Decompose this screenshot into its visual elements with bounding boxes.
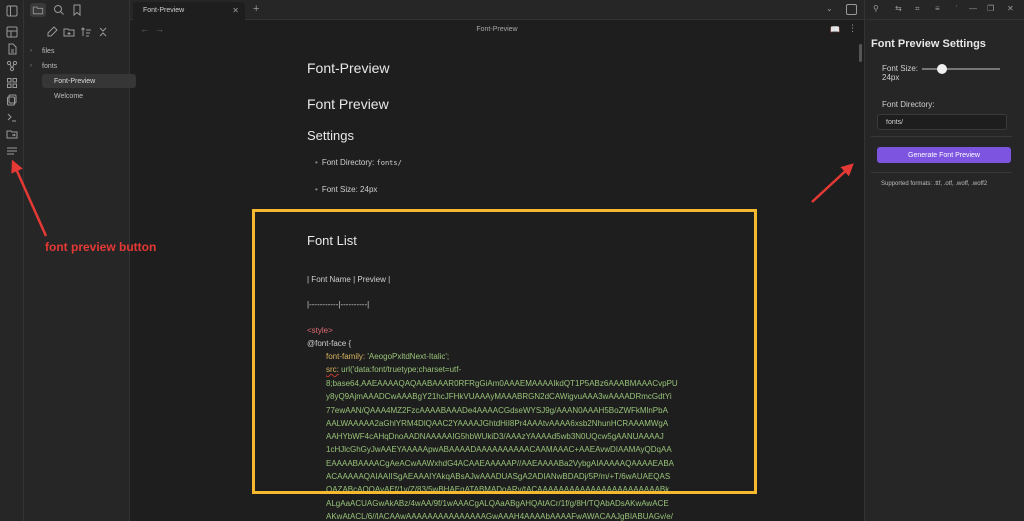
base64-line: AKwAtACL/6//lACAAwAAAAAAAAAAAAAAAGwAAAH4… — [326, 511, 673, 521]
annotation-label: font preview button — [45, 240, 157, 254]
terminal-icon[interactable] — [5, 110, 19, 124]
folder-fonts[interactable]: › fonts — [30, 59, 125, 73]
search-icon[interactable] — [52, 3, 66, 17]
font-directory-label: Font Directory: — [882, 100, 935, 109]
tab-bar: Font-Preview ✕ + ⌄ — [130, 0, 864, 20]
editor-scrollbar[interactable] — [859, 44, 862, 62]
file-icon[interactable] — [5, 42, 19, 56]
file-welcome[interactable]: Welcome — [42, 89, 136, 103]
minimize-icon[interactable]: — — [969, 4, 977, 13]
new-folder-icon[interactable] — [63, 26, 75, 38]
font-directory-input[interactable] — [877, 114, 1007, 130]
bullet-font-size: • Font Size: 24px — [315, 185, 378, 194]
list-icon[interactable]: ≡ — [935, 4, 940, 13]
close-window-icon[interactable]: ✕ — [1007, 4, 1014, 13]
folder-label: files — [42, 47, 55, 55]
tab-font-preview[interactable]: Font-Preview ✕ — [133, 2, 245, 20]
maximize-icon[interactable]: ❐ — [987, 4, 994, 13]
base64-line: ALgAaACUAGwAkABz/4wAA/9f/1wAAACgALQAaABg… — [326, 498, 669, 508]
chevron-right-icon: › — [30, 63, 32, 69]
graph-icon[interactable] — [5, 59, 19, 73]
tab-label: Font-Preview — [143, 7, 185, 14]
pin-icon[interactable]: ˈ — [955, 4, 958, 13]
chevron-right-icon: › — [30, 48, 32, 54]
right-sidebar-tabs: ⚲ ⇆ ⌗ ≡ ˈ — ❐ ✕ — [865, 0, 1024, 20]
inline-code: fonts/ — [376, 159, 402, 167]
heading-settings: Settings — [307, 128, 354, 143]
bullet-font-directory: • Font Directory: fonts/ — [315, 158, 402, 167]
file-font-preview[interactable]: Font-Preview — [42, 74, 136, 88]
reading-view-icon[interactable]: 📖 — [830, 25, 840, 34]
highlight-box — [252, 209, 757, 494]
outgoing-links-icon[interactable]: ⇆ — [895, 4, 902, 13]
new-note-icon[interactable] — [46, 26, 58, 38]
more-options-icon[interactable]: ⋮ — [848, 23, 857, 34]
heading-font-preview: Font Preview — [307, 96, 389, 112]
folder-arrow-icon[interactable] — [5, 127, 19, 141]
ribbon — [0, 0, 24, 521]
font-preview-icon[interactable] — [5, 144, 19, 158]
divider — [871, 172, 1012, 173]
bullet-label: Font Size: 24px — [321, 185, 378, 194]
bullet-label: Font Directory: — [321, 158, 375, 167]
panel-title: Font Preview Settings — [871, 38, 986, 50]
font-size-label: Font Size: — [882, 64, 919, 73]
font-size-value: 24px — [882, 73, 900, 82]
grid-icon[interactable] — [5, 76, 19, 90]
slider-handle[interactable] — [936, 64, 947, 74]
inline-title[interactable]: Font-Preview — [307, 60, 389, 76]
file-explorer-sidebar: › files › fonts Font-Preview Welcome — [24, 0, 136, 521]
bookmark-icon[interactable] — [70, 3, 84, 17]
sort-icon[interactable] — [80, 26, 92, 38]
note-header: ← → Font-Preview 📖 ⋮ — [130, 20, 864, 40]
note-title[interactable]: Font-Preview — [130, 26, 864, 33]
copy-icon[interactable] — [5, 93, 19, 107]
divider — [871, 136, 1012, 137]
folder-icon[interactable] — [30, 3, 46, 17]
right-sidebar: ⚲ ⇆ ⌗ ≡ ˈ — ❐ ✕ Font Preview Settings Fo… — [864, 0, 1024, 521]
sidebar-toggle-icon[interactable] — [5, 4, 19, 18]
link-icon[interactable]: ⚲ — [873, 4, 879, 13]
file-label: Font-Preview — [54, 77, 96, 85]
canvas-icon[interactable] — [5, 25, 19, 39]
collapse-all-icon[interactable] — [97, 26, 109, 38]
chevron-down-icon[interactable]: ⌄ — [826, 4, 833, 13]
sidebar-tabs — [24, 0, 130, 20]
folder-label: fonts — [42, 62, 58, 70]
new-tab-icon[interactable]: + — [253, 3, 259, 15]
close-icon[interactable]: ✕ — [232, 6, 239, 15]
folder-files[interactable]: › files — [30, 44, 125, 58]
file-label: Welcome — [54, 92, 84, 100]
supported-formats: Supported formats: .ttf, .otf, .woff, .w… — [881, 181, 988, 187]
right-sidebar-toggle-icon[interactable] — [846, 4, 857, 15]
font-size-slider[interactable] — [922, 64, 1000, 74]
tags-icon[interactable]: ⌗ — [915, 4, 920, 14]
generate-font-preview-button[interactable]: Generate Font Preview — [877, 147, 1011, 163]
